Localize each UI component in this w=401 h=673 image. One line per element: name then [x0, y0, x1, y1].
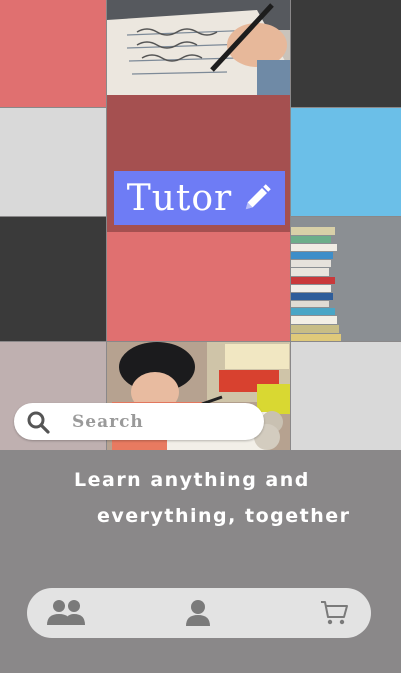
tile-sky-blue — [291, 108, 401, 216]
nav-cart-button[interactable] — [314, 597, 354, 629]
pencil-icon — [246, 184, 272, 210]
search-bar[interactable] — [14, 403, 264, 440]
tile-charcoal-2 — [0, 217, 106, 341]
nav-community-button[interactable] — [46, 597, 86, 629]
tile-light-gray — [0, 108, 106, 216]
tagline-line-2: everything, together — [97, 505, 351, 527]
search-input[interactable] — [70, 410, 244, 433]
writing-photo — [107, 0, 290, 107]
tile-charcoal — [291, 0, 401, 107]
tile-coral-2 — [107, 232, 290, 341]
tagline-line-1: Learn anything and — [74, 469, 310, 491]
tile-light-gray-2 — [291, 342, 401, 450]
bottom-nav — [27, 588, 371, 638]
search-icon — [27, 411, 50, 434]
brand-name: Tutor — [126, 177, 233, 219]
books-photo — [291, 217, 401, 341]
person-icon — [186, 600, 210, 626]
tile-coral — [0, 0, 106, 107]
nav-profile-button[interactable] — [178, 597, 218, 629]
brand-logo: Tutor — [114, 171, 285, 225]
group-icon — [47, 600, 85, 625]
cart-icon — [321, 601, 348, 625]
